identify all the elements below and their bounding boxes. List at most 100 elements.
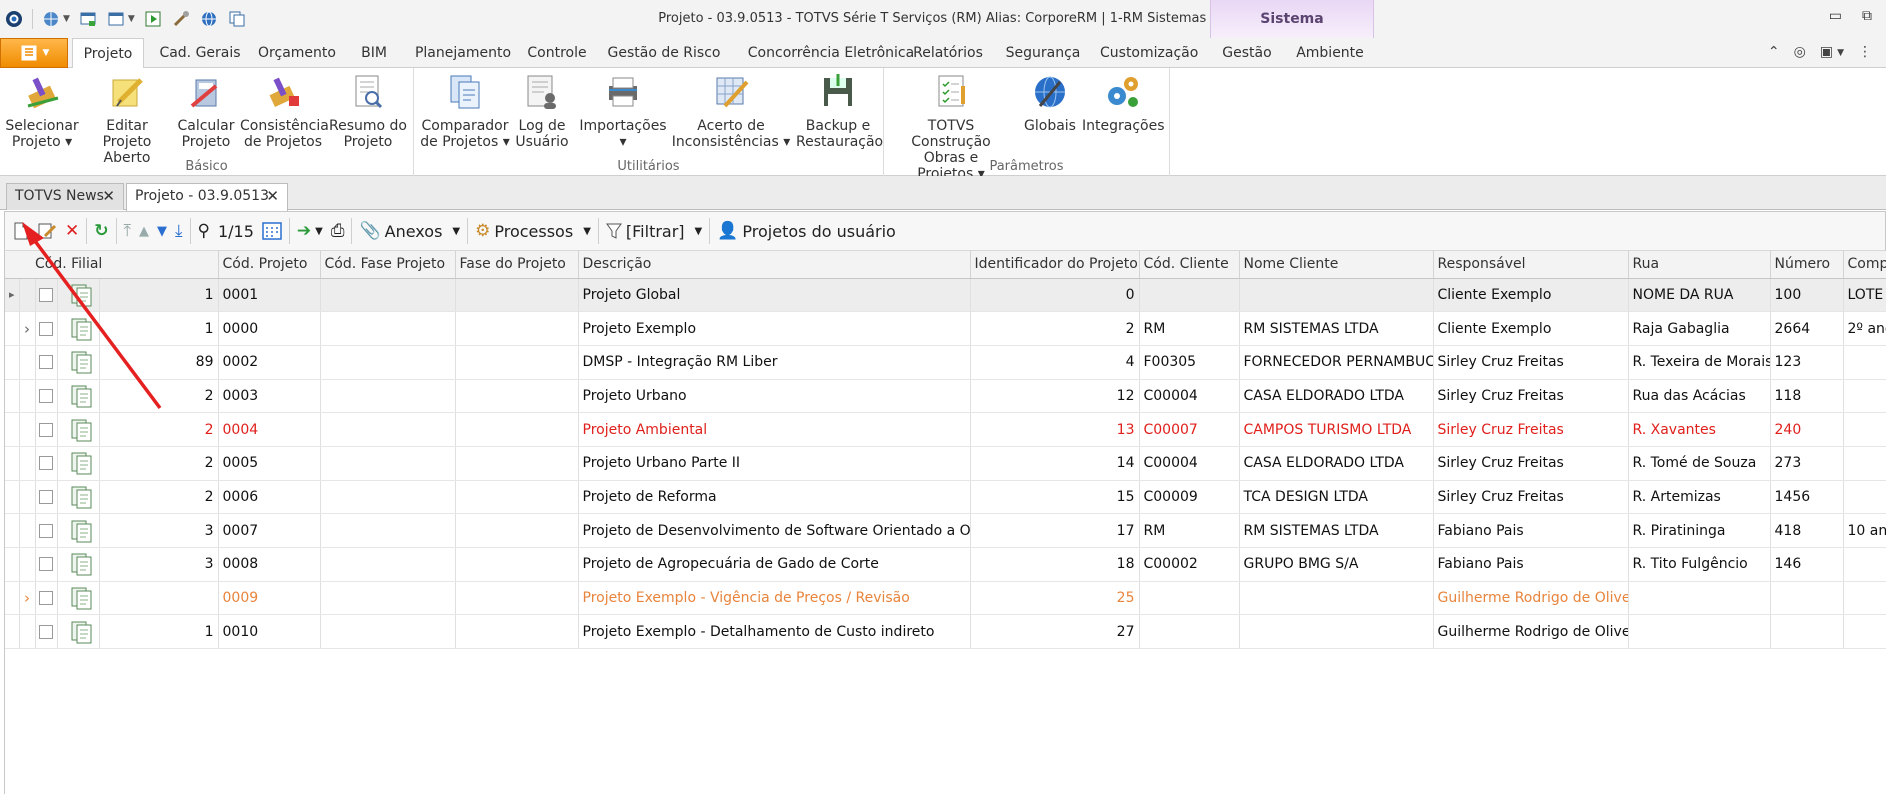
cell-cod-fase[interactable] [320,379,456,414]
cell-cod-filial[interactable]: 2 [99,446,219,481]
importacoes-button[interactable]: Importações ▾ [576,72,670,150]
col-header-nome-cliente[interactable]: Nome Cliente [1239,251,1434,279]
tab-projeto[interactable]: Projeto [72,38,144,69]
cell-cod-projeto[interactable]: 0010 [218,614,321,650]
doc-tab-totvs-news[interactable]: TOTVS News ✕ [6,183,124,210]
cell-cod-filial[interactable]: 1 [99,614,219,650]
cell-numero[interactable]: 2664 [1770,311,1844,346]
tab-concorrencia-eletronica[interactable]: Concorrência Eletrônica [736,38,926,68]
tab-cad-gerais[interactable]: Cad. Gerais [150,38,250,68]
row-checkbox[interactable] [39,287,53,302]
cell-cod-filial[interactable]: 2 [99,412,219,447]
chevron-down-icon[interactable]: ▼ [63,14,70,24]
cell-identificador[interactable]: 18 [970,547,1140,582]
cell-nome-cliente[interactable]: RM SISTEMAS LTDA [1239,513,1434,548]
cell-rua[interactable]: NOME DA RUA [1628,278,1771,313]
cell-identificador[interactable]: 14 [970,446,1140,481]
cell-nome-cliente[interactable] [1239,614,1434,650]
print-button[interactable]: ⎙ [327,216,349,246]
copy-icon[interactable] [227,9,247,29]
globais-button[interactable]: Globais [1022,72,1078,134]
cell-identificador[interactable]: 4 [970,345,1140,380]
tab-planejamento[interactable]: Planejamento [408,38,518,68]
row-checkbox[interactable] [39,591,53,606]
cell-fase[interactable] [455,480,579,515]
table-row[interactable]: 2 0005 Projeto Urbano Parte II 14 C00004 CASA… [5,446,1886,481]
cell-cod-filial[interactable]: 1 [99,278,219,313]
cell-identificador[interactable]: 17 [970,513,1140,548]
cell-cod-cliente[interactable] [1139,614,1240,650]
cell-fase[interactable] [455,379,579,414]
log-usuario-button[interactable]: Log de Usuário [514,72,570,150]
projetos-usuario-button[interactable]: 👤 Projetos do usuário [713,216,900,246]
cell-responsavel[interactable]: Sirley Cruz Freitas [1433,446,1629,481]
cell-rua[interactable]: R. Tito Fulgêncio [1628,547,1771,582]
cell-cod-cliente[interactable] [1139,581,1240,616]
chevron-down-icon[interactable]: ▼ [583,226,591,237]
chevron-down-icon[interactable]: ▼ [128,14,135,24]
app-logo-icon[interactable] [4,9,24,29]
globe-icon[interactable]: ◎ [1794,44,1806,60]
play-icon[interactable] [143,9,163,29]
chevron-down-icon[interactable]: ▼ [452,226,460,237]
window-icon[interactable] [78,9,98,29]
cell-cod-fase[interactable] [320,513,456,548]
delete-button[interactable]: ✕ [61,216,83,246]
cell-compl[interactable] [1843,480,1886,515]
tab-orcamento[interactable]: Orçamento [252,38,342,68]
cell-descricao[interactable]: Projeto Global [578,278,971,313]
cell-fase[interactable] [455,345,579,380]
cell-compl[interactable] [1843,345,1886,380]
cell-rua[interactable]: R. Texeira de Morais [1628,345,1771,380]
cell-cod-fase[interactable] [320,446,456,481]
last-record-button[interactable]: ⤓ [171,216,187,246]
cell-identificador[interactable]: 25 [970,581,1140,616]
context-tab-sistema[interactable]: Sistema [1210,0,1374,38]
expand-row-icon[interactable]: › [19,311,36,346]
cell-cod-projeto[interactable]: 0006 [218,480,321,515]
row-checkbox[interactable] [39,422,53,437]
table-row[interactable]: 2 0003 Projeto Urbano 12 C00004 CASA ELDORADO… [5,379,1886,414]
doc-tab-projeto[interactable]: Projeto - 03.9.0513 ✕ [126,183,288,211]
col-header-cod-filial[interactable]: Cód. Filial [5,251,219,279]
collapse-ribbon-icon[interactable]: ⌃ [1768,44,1780,60]
cell-cod-cliente[interactable]: C00009 [1139,480,1240,515]
editar-projeto-aberto-button[interactable]: Editar Projeto Aberto [84,72,170,166]
cell-cod-fase[interactable] [320,412,456,447]
cell-cod-projeto[interactable]: 0008 [218,547,321,582]
cell-fase[interactable] [455,614,579,650]
cell-fase[interactable] [455,412,579,447]
cell-descricao[interactable]: Projeto Ambiental [578,412,971,447]
row-checkbox[interactable] [39,321,53,336]
close-icon[interactable]: ✕ [102,184,115,209]
cell-cod-projeto[interactable]: 0005 [218,446,321,481]
cell-responsavel[interactable]: Cliente Exemplo [1433,278,1629,313]
cell-cod-projeto[interactable]: 0009 [218,581,321,616]
app-menu-button[interactable]: ▼ [0,38,68,68]
cell-nome-cliente[interactable]: CASA ELDORADO LTDA [1239,379,1434,414]
cell-cod-cliente[interactable]: RM [1139,311,1240,346]
more-icon[interactable]: ⋮ [1858,44,1872,60]
cell-compl[interactable] [1843,547,1886,582]
cell-cod-projeto[interactable]: 0004 [218,412,321,447]
new-record-button[interactable] [9,216,33,246]
filtrar-button[interactable]: [Filtrar] ▼ [602,216,706,246]
tab-bim[interactable]: BIM [350,38,398,68]
cell-cod-cliente[interactable]: C00004 [1139,379,1240,414]
table-row[interactable]: › 0009 Projeto Exemplo - Vigência de Preço… [5,581,1886,616]
cell-cod-cliente[interactable]: C00007 [1139,412,1240,447]
cell-nome-cliente[interactable] [1239,581,1434,616]
cell-descricao[interactable]: DMSP - Integração RM Liber [578,345,971,380]
globe-icon[interactable] [199,9,219,29]
cell-cod-projeto[interactable]: 0000 [218,311,321,346]
globe-settings-icon[interactable] [41,9,61,29]
previous-record-button[interactable]: ▲ [135,216,153,246]
cell-cod-cliente[interactable]: C00004 [1139,446,1240,481]
cell-responsavel[interactable]: Sirley Cruz Freitas [1433,379,1629,414]
backup-restauracao-button[interactable]: Backup e Restauração [796,72,883,150]
col-header-compl[interactable]: Compl [1843,251,1886,279]
tools-icon[interactable] [171,9,191,29]
cell-numero[interactable]: 240 [1770,412,1844,447]
cell-compl[interactable] [1843,446,1886,481]
cell-responsavel[interactable]: Guilherme Rodrigo de Oliveira [1433,581,1629,616]
